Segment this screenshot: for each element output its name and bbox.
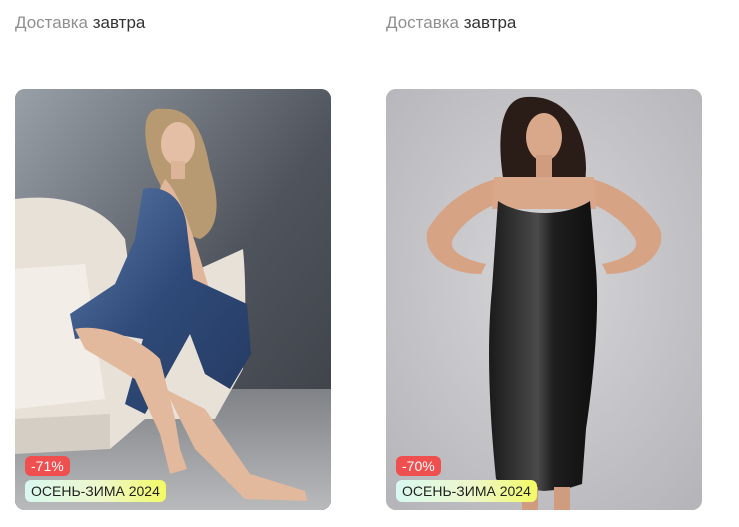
product-photo[interactable]	[386, 89, 702, 510]
product-badges: -71% ОСЕНЬ-ЗИМА 2024	[25, 456, 166, 502]
delivery-info: Доставка завтра	[15, 13, 145, 33]
product-card[interactable]: -70% ОСЕНЬ-ЗИМА 2024	[386, 89, 702, 510]
season-badge: ОСЕНЬ-ЗИМА 2024	[396, 480, 537, 502]
product-photo[interactable]	[15, 89, 331, 510]
discount-badge: -70%	[396, 456, 441, 476]
delivery-prefix: Доставка	[386, 13, 460, 32]
discount-badge: -71%	[25, 456, 70, 476]
product-badges: -70% ОСЕНЬ-ЗИМА 2024	[396, 456, 537, 502]
season-badge: ОСЕНЬ-ЗИМА 2024	[25, 480, 166, 502]
delivery-date: завтра	[92, 13, 146, 32]
product-grid: Доставка завтра Доставка завтра -71% ОСЕ…	[0, 0, 739, 527]
delivery-date: завтра	[463, 13, 517, 32]
product-card[interactable]: -71% ОСЕНЬ-ЗИМА 2024	[15, 89, 331, 510]
delivery-info: Доставка завтра	[386, 13, 516, 33]
delivery-prefix: Доставка	[15, 13, 89, 32]
